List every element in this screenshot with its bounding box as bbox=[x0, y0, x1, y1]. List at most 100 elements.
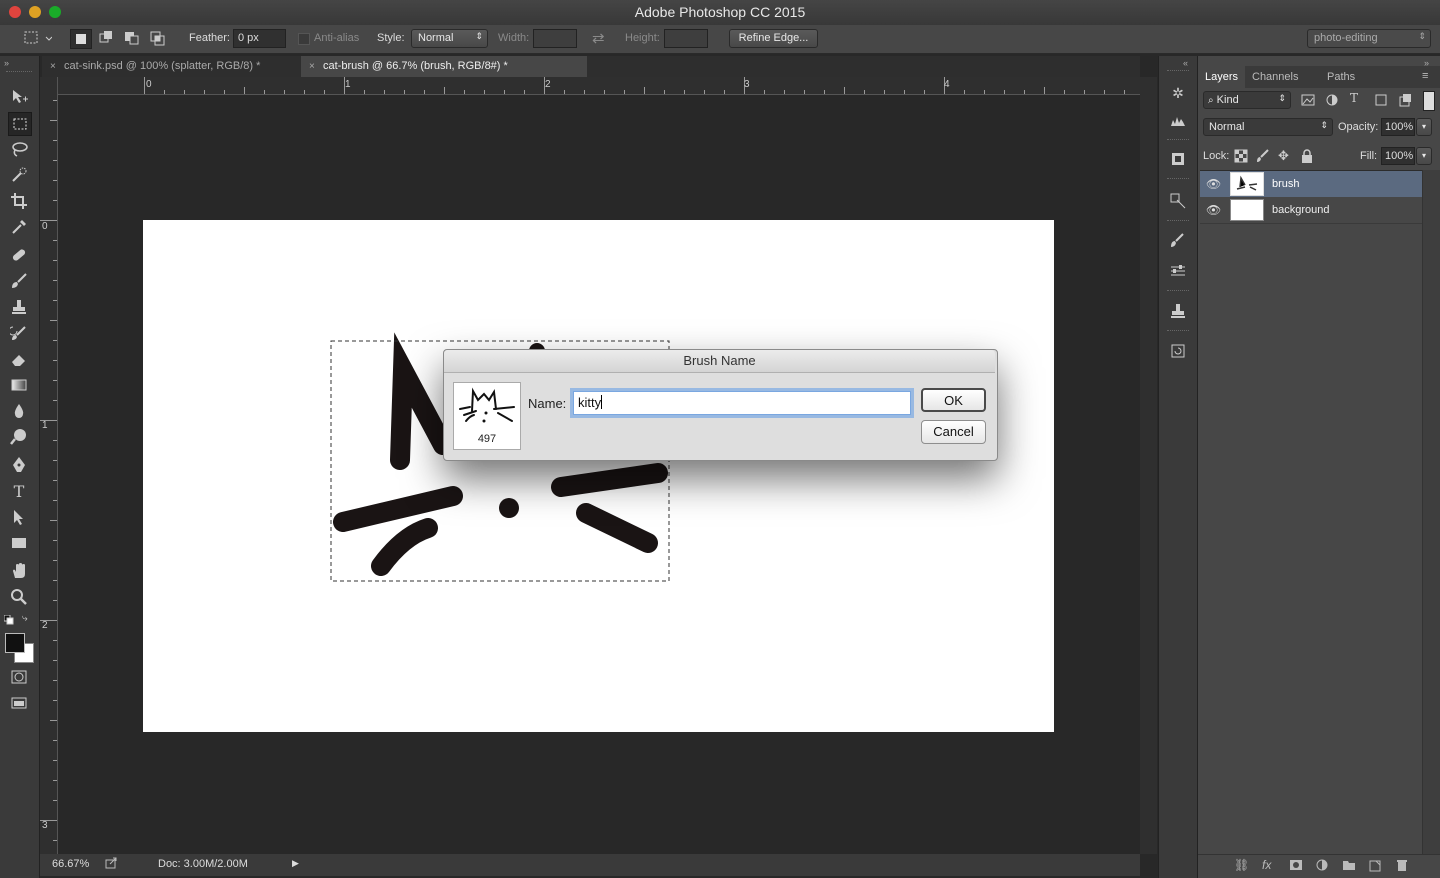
swap-dimensions-icon[interactable]: ⇄ bbox=[592, 29, 605, 47]
fx-icon[interactable]: fx bbox=[1262, 858, 1271, 872]
panel-grip[interactable] bbox=[6, 71, 32, 74]
ok-button[interactable]: OK bbox=[921, 388, 986, 412]
hand-tool[interactable] bbox=[8, 560, 30, 582]
refine-edge-button[interactable]: Refine Edge... bbox=[729, 29, 818, 48]
lock-image-pixels-icon[interactable] bbox=[1256, 149, 1270, 163]
layer-filter-select[interactable]: ⌕ Kind ⇕ bbox=[1203, 91, 1291, 109]
panel-grip[interactable] bbox=[1167, 70, 1189, 71]
lock-position-icon[interactable]: ✥ bbox=[1278, 149, 1292, 163]
tab-layers[interactable]: Layers bbox=[1198, 66, 1246, 88]
height-input[interactable] bbox=[664, 29, 708, 48]
opacity-dropdown-icon[interactable]: ▾ bbox=[1416, 118, 1432, 136]
trash-icon[interactable] bbox=[1395, 858, 1409, 875]
adjustments-panel-button[interactable] bbox=[1167, 190, 1189, 212]
layer-name[interactable]: brush bbox=[1272, 178, 1300, 190]
zoom-level[interactable]: 66.67% bbox=[52, 858, 89, 870]
add-mask-icon[interactable] bbox=[1289, 858, 1303, 875]
share-icon[interactable] bbox=[104, 856, 118, 873]
swap-colors-icon[interactable]: ⤷ bbox=[22, 613, 28, 624]
quick-selection-tool[interactable] bbox=[8, 164, 30, 186]
collapse-arrows-icon[interactable]: « bbox=[1183, 58, 1188, 68]
filter-toggle-switch[interactable] bbox=[1423, 91, 1435, 111]
filter-type-icon[interactable]: T bbox=[1350, 91, 1366, 107]
tab-cat-sink[interactable]: × cat-sink.psd @ 100% (splatter, RGB/8) … bbox=[42, 56, 300, 77]
pen-tool[interactable] bbox=[8, 454, 30, 476]
zoom-tool[interactable] bbox=[8, 586, 30, 608]
history-brush-tool[interactable] bbox=[8, 322, 30, 344]
healing-brush-tool[interactable] bbox=[8, 244, 30, 266]
panel-menu-icon[interactable]: ≡ bbox=[1422, 70, 1428, 82]
fill-input[interactable]: 100% bbox=[1381, 147, 1415, 165]
move-tool[interactable] bbox=[8, 86, 30, 108]
rectangle-tool[interactable] bbox=[8, 532, 30, 554]
history-panel-button[interactable] bbox=[1167, 340, 1189, 362]
filter-smart-object-icon[interactable] bbox=[1397, 92, 1413, 108]
blend-mode-select[interactable]: Normal ⇕ bbox=[1203, 118, 1333, 136]
collapse-arrows-icon[interactable]: » bbox=[4, 58, 9, 68]
document-size[interactable]: Doc: 3.00M/2.00M bbox=[158, 858, 248, 870]
filter-adjustment-icon[interactable] bbox=[1324, 92, 1340, 108]
intersect-selection-button[interactable] bbox=[148, 29, 168, 47]
quick-mask-button[interactable] bbox=[8, 666, 30, 688]
layer-name[interactable]: background bbox=[1272, 204, 1330, 216]
visibility-eye-icon[interactable]: 👁 bbox=[1206, 177, 1221, 191]
navigator-panel-button[interactable]: ✲ bbox=[1167, 82, 1189, 104]
lock-transparent-pixels-icon[interactable] bbox=[1234, 149, 1248, 163]
cancel-button[interactable]: Cancel bbox=[921, 420, 986, 444]
tab-cat-brush[interactable]: × cat-brush @ 66.7% (brush, RGB/8#) * bbox=[301, 56, 587, 77]
link-layers-icon[interactable]: ⛓ bbox=[1234, 858, 1249, 872]
ruler-origin[interactable] bbox=[40, 77, 58, 95]
libraries-panel-button[interactable] bbox=[1167, 148, 1189, 170]
status-menu-arrow-icon[interactable]: ▶ bbox=[292, 858, 299, 869]
screen-mode-button[interactable] bbox=[8, 692, 30, 714]
eraser-tool[interactable] bbox=[8, 348, 30, 370]
brush-tool[interactable] bbox=[8, 270, 30, 292]
lock-all-icon[interactable] bbox=[1300, 149, 1314, 163]
visibility-eye-icon[interactable]: 👁 bbox=[1206, 203, 1221, 217]
new-group-icon[interactable] bbox=[1342, 858, 1356, 875]
workspace-select[interactable]: photo-editing ⇕ bbox=[1307, 29, 1431, 48]
adjustment-layer-icon[interactable] bbox=[1315, 858, 1329, 875]
gradient-tool[interactable] bbox=[8, 374, 30, 396]
dodge-tool[interactable] bbox=[8, 426, 30, 448]
anti-alias-checkbox[interactable] bbox=[298, 33, 310, 45]
rectangular-marquee-tool[interactable] bbox=[8, 112, 32, 136]
subtract-from-selection-button[interactable] bbox=[122, 29, 142, 47]
foreground-color-swatch[interactable] bbox=[5, 633, 25, 653]
vertical-scrollbar[interactable] bbox=[1140, 77, 1157, 854]
blur-tool[interactable] bbox=[8, 400, 30, 422]
document-canvas[interactable] bbox=[143, 220, 1054, 732]
filter-shape-icon[interactable] bbox=[1373, 92, 1389, 108]
close-tab-icon[interactable]: × bbox=[50, 56, 56, 77]
new-layer-icon[interactable] bbox=[1368, 858, 1382, 875]
eyedropper-tool[interactable] bbox=[8, 216, 30, 238]
add-to-selection-button[interactable] bbox=[96, 29, 116, 47]
layers-scrollbar[interactable] bbox=[1422, 170, 1440, 854]
lasso-tool[interactable] bbox=[8, 138, 30, 160]
horizontal-ruler[interactable]: 0 1 2 3 4 bbox=[58, 77, 1140, 95]
style-select[interactable]: Normal ⇕ bbox=[411, 29, 488, 48]
clone-stamp-tool[interactable] bbox=[8, 296, 30, 318]
feather-input[interactable]: 0 px bbox=[233, 29, 286, 48]
histogram-panel-button[interactable] bbox=[1167, 110, 1189, 132]
brush-name-input[interactable]: kitty bbox=[573, 391, 911, 415]
tab-channels[interactable]: Channels bbox=[1245, 66, 1305, 88]
crop-tool[interactable] bbox=[8, 190, 30, 212]
opacity-input[interactable]: 100% bbox=[1381, 118, 1415, 136]
clone-source-button[interactable] bbox=[1167, 300, 1189, 322]
width-input[interactable] bbox=[533, 29, 577, 48]
tab-paths[interactable]: Paths bbox=[1320, 66, 1362, 88]
path-selection-tool[interactable] bbox=[8, 506, 30, 528]
close-tab-icon[interactable]: × bbox=[309, 56, 315, 77]
filter-pixel-icon[interactable] bbox=[1300, 92, 1316, 108]
new-selection-button[interactable] bbox=[70, 29, 92, 49]
marquee-preset-picker[interactable] bbox=[22, 29, 53, 47]
fill-dropdown-icon[interactable]: ▾ bbox=[1416, 147, 1432, 165]
layer-row-background[interactable]: 👁 background bbox=[1200, 197, 1422, 224]
default-colors-icon[interactable] bbox=[3, 614, 14, 628]
layer-row-brush[interactable]: 👁 brush bbox=[1200, 171, 1422, 198]
brush-panel-button[interactable] bbox=[1167, 260, 1189, 282]
brush-presets-button[interactable] bbox=[1167, 230, 1189, 252]
vertical-ruler[interactable]: 0 1 2 3 bbox=[40, 94, 58, 854]
type-tool[interactable]: T bbox=[8, 480, 30, 502]
